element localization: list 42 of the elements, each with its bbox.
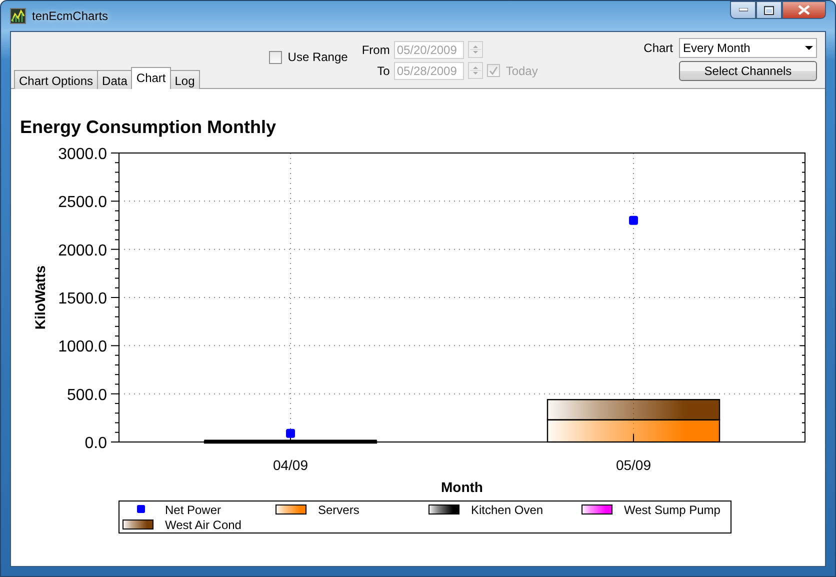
close-icon	[798, 5, 810, 15]
y-tick-label: 3000.0	[58, 146, 107, 163]
legend-label: Servers	[318, 503, 360, 517]
date-label: From	[362, 42, 390, 56]
x-axis-title: Month	[441, 479, 483, 495]
x-tick-label: 05/09	[616, 457, 652, 473]
chart-label: Chart	[644, 41, 673, 55]
y-tick-label: 2500.0	[58, 194, 107, 212]
minimize-icon	[738, 8, 748, 12]
legend-label: Net Power	[165, 503, 222, 517]
checkbox[interactable]	[268, 50, 282, 64]
y-tick-label: 2000.0	[58, 242, 107, 260]
y-tick-label: 1500.0	[58, 290, 107, 308]
y-tick-label: 0.0	[84, 435, 107, 452]
spin-button[interactable]	[468, 41, 483, 58]
chart-dropdown[interactable]: Every Month	[679, 38, 817, 58]
data-point	[286, 428, 295, 438]
close-button[interactable]	[782, 1, 826, 19]
legend-label: West Air Cond	[165, 518, 242, 532]
tab[interactable]: Data	[97, 70, 132, 89]
select-channels-button[interactable]: Select Channels	[679, 61, 817, 81]
checkbox-label: Today	[506, 64, 538, 78]
tab[interactable]: Chart	[131, 67, 171, 89]
y-axis-title: KiloWatts	[32, 265, 48, 330]
minimize-button[interactable]	[730, 1, 756, 19]
x-tick-label: 04/09	[272, 457, 308, 473]
tab[interactable]: Log	[170, 70, 200, 89]
chart-title: Energy Consumption Monthly	[20, 117, 276, 137]
dropdown-arrow-icon	[805, 46, 813, 50]
legend-label: Kitchen Oven	[471, 503, 544, 517]
date-label: To	[376, 64, 390, 78]
maximize-button[interactable]	[756, 1, 782, 19]
checkbox-label: Use Range	[288, 50, 348, 64]
maximize-icon	[764, 6, 774, 14]
spin-button[interactable]	[468, 62, 483, 79]
data-point	[629, 216, 638, 225]
y-tick-label: 1000.0	[58, 338, 107, 356]
window-title: tenEcmCharts	[32, 9, 110, 23]
y-tick-label: 500.0	[66, 386, 107, 404]
tab[interactable]: Chart Options	[14, 70, 98, 89]
legend-label: West Sump Pump	[624, 503, 720, 517]
chart-app-icon	[10, 8, 26, 24]
